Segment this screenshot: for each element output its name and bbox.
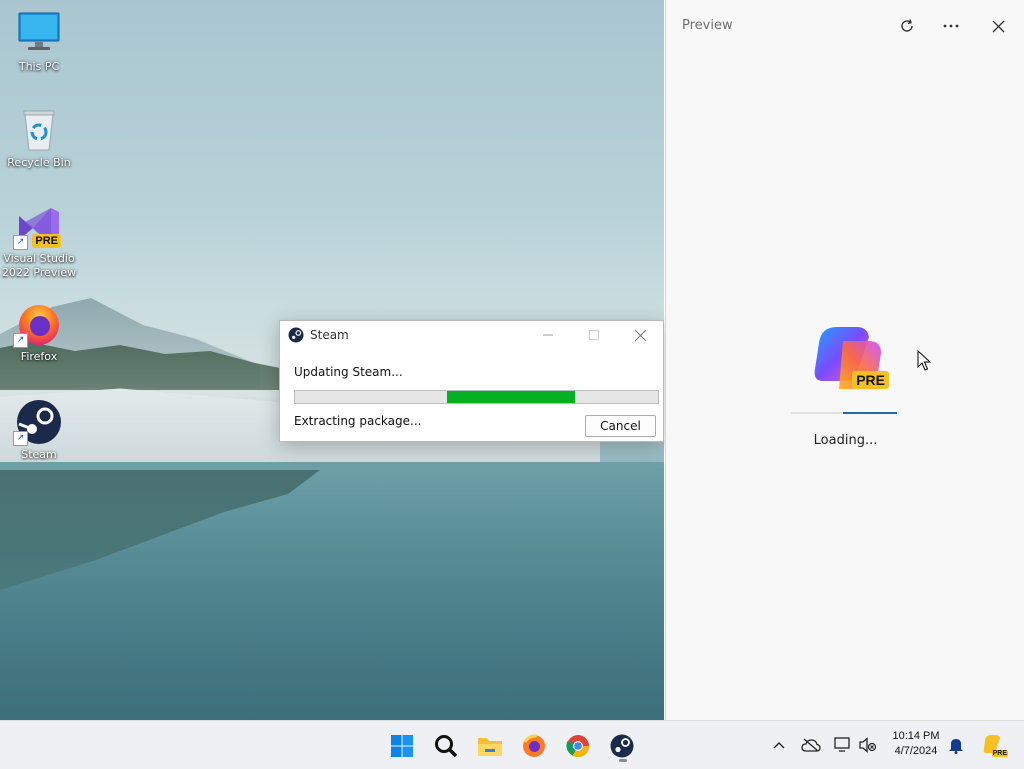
loading-text: Loading... bbox=[813, 433, 878, 448]
bell-icon bbox=[949, 739, 963, 754]
notifications-button[interactable] bbox=[944, 733, 968, 757]
close-pane-button[interactable] bbox=[982, 12, 1014, 40]
loading-bar bbox=[791, 412, 897, 414]
minimize-icon bbox=[543, 334, 553, 336]
desktop-icon-label: Firefox bbox=[20, 350, 58, 363]
loading-bar-segment bbox=[843, 412, 897, 414]
cancel-button[interactable]: Cancel bbox=[585, 415, 656, 437]
pane-title: Preview bbox=[682, 18, 733, 33]
pre-badge: PRE bbox=[32, 234, 61, 248]
steam-icon bbox=[610, 734, 634, 758]
copilot-tray-button[interactable]: PRE bbox=[980, 733, 1008, 757]
taskbar-file-explorer[interactable] bbox=[473, 729, 507, 763]
close-icon bbox=[992, 20, 1004, 32]
refresh-button[interactable] bbox=[891, 12, 923, 40]
update-status-text: Updating Steam... bbox=[294, 365, 403, 379]
chevron-up-icon bbox=[773, 742, 785, 749]
visual-studio-icon: ↗ PRE bbox=[13, 202, 63, 250]
onedrive-tray-button[interactable] bbox=[799, 733, 823, 757]
update-substatus-text: Extracting package... bbox=[294, 414, 422, 428]
desktop-icon-label: Steam bbox=[21, 448, 57, 461]
system-clock[interactable]: 10:14 PM 4/7/2024 bbox=[884, 729, 948, 759]
recycle-bin-icon bbox=[15, 106, 63, 154]
pre-badge: PRE bbox=[852, 371, 889, 389]
steam-icon bbox=[288, 327, 304, 343]
mouse-cursor-icon bbox=[917, 350, 931, 371]
monitor-icon bbox=[15, 10, 63, 58]
dialog-titlebar[interactable]: Steam bbox=[280, 321, 663, 349]
shortcut-arrow-icon: ↗ bbox=[13, 235, 28, 250]
start-icon bbox=[391, 735, 413, 757]
file-explorer-icon bbox=[478, 738, 502, 756]
shortcut-arrow-icon: ↗ bbox=[13, 333, 28, 348]
more-options-button[interactable] bbox=[935, 12, 967, 40]
dialog-title: Steam bbox=[310, 328, 349, 342]
copilot-logo: PRE bbox=[809, 323, 889, 393]
search-button[interactable] bbox=[429, 729, 463, 763]
desktop-icon-visual-studio[interactable]: ↗ PRE Visual Studio 2022 Preview bbox=[0, 202, 78, 280]
maximize-button[interactable] bbox=[571, 321, 617, 349]
progress-fill bbox=[447, 391, 575, 403]
desktop-icon-this-pc[interactable]: This PC bbox=[0, 10, 78, 74]
taskbar-steam[interactable] bbox=[605, 729, 639, 763]
close-button[interactable] bbox=[617, 321, 663, 349]
desktop-icon-label: Visual Studio 2022 Preview bbox=[1, 252, 77, 279]
desktop-icon-recycle-bin[interactable]: Recycle Bin bbox=[0, 106, 78, 170]
taskbar-chrome[interactable] bbox=[561, 729, 595, 763]
minimize-button[interactable] bbox=[525, 321, 571, 349]
chrome-icon bbox=[566, 735, 589, 757]
volume-tray-button[interactable] bbox=[856, 733, 880, 757]
firefox-icon: ↗ bbox=[13, 300, 63, 348]
network-icon bbox=[834, 737, 850, 752]
copilot-preview-pane: Preview PRE Loading... bbox=[665, 0, 1024, 720]
firefox-icon bbox=[523, 734, 545, 757]
desktop-icon-label: Recycle Bin bbox=[7, 156, 71, 169]
more-icon bbox=[943, 24, 959, 28]
close-icon bbox=[634, 329, 646, 341]
desktop-icon-label: This PC bbox=[18, 60, 60, 73]
steam-icon: ↗ bbox=[13, 398, 63, 446]
refresh-icon bbox=[901, 19, 913, 32]
start-button[interactable] bbox=[385, 729, 419, 763]
steam-update-dialog: Steam Updating Steam... Extracting packa… bbox=[279, 320, 664, 442]
clock-time: 10:14 PM bbox=[892, 730, 940, 742]
volume-muted-icon bbox=[859, 737, 877, 753]
steam-active-indicator bbox=[619, 759, 627, 762]
clock-date: 4/7/2024 bbox=[894, 745, 938, 757]
maximize-icon bbox=[589, 330, 599, 340]
desktop-icon-steam[interactable]: ↗ Steam bbox=[0, 398, 78, 462]
search-icon bbox=[435, 735, 458, 758]
update-progress-bar bbox=[294, 390, 659, 404]
taskbar-firefox[interactable] bbox=[517, 729, 551, 763]
taskbar: 10:14 PM 4/7/2024 PRE bbox=[0, 720, 1024, 769]
cloud-offline-icon bbox=[801, 738, 821, 752]
pre-badge: PRE bbox=[991, 750, 1008, 757]
network-tray-button[interactable] bbox=[831, 733, 855, 757]
desktop-icon-firefox[interactable]: ↗ Firefox bbox=[0, 300, 78, 364]
shortcut-arrow-icon: ↗ bbox=[13, 431, 28, 446]
show-hidden-icons-button[interactable] bbox=[767, 733, 791, 757]
